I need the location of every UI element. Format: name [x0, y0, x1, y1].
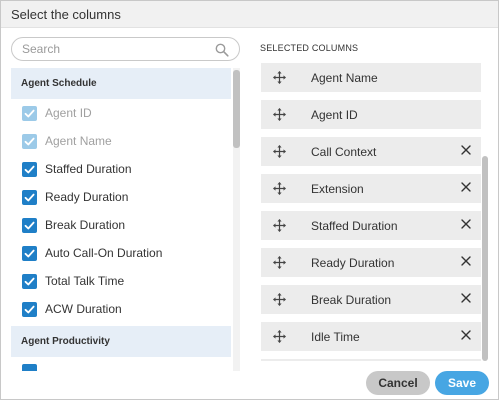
list-item-label: Staffed Duration [45, 162, 132, 176]
checkbox[interactable] [22, 245, 37, 261]
select-columns-dialog: Select the columns Agent Schedule Agent I… [0, 0, 499, 400]
check-icon [24, 109, 35, 117]
selected-column-row[interactable]: Ready Duration [261, 248, 481, 277]
list-item[interactable]: Break Duration [11, 211, 231, 239]
drag-handle-icon[interactable] [273, 182, 286, 195]
selected-column-row[interactable]: Break Duration [261, 285, 481, 314]
partial-checkbox[interactable] [22, 364, 37, 371]
drag-handle-icon[interactable] [273, 330, 286, 343]
checkbox[interactable] [22, 301, 37, 317]
list-item[interactable]: ACW Duration [11, 295, 231, 323]
selected-column-row[interactable] [261, 359, 481, 361]
selected-list-scroll-thumb[interactable] [482, 156, 488, 361]
check-icon [24, 165, 35, 173]
group-header[interactable]: Agent Productivity [11, 326, 231, 357]
check-icon [24, 193, 35, 201]
selected-column-label: Agent Name [311, 71, 378, 85]
drag-handle-icon[interactable] [273, 219, 286, 232]
close-icon[interactable] [461, 145, 471, 155]
checkbox[interactable] [22, 189, 37, 205]
drag-handle-icon[interactable] [273, 71, 286, 84]
group-header[interactable]: Agent Schedule [11, 68, 231, 99]
list-item[interactable]: Agent Name [11, 127, 231, 155]
selected-column-row[interactable]: Agent Name [261, 63, 481, 92]
selected-column-row[interactable]: Idle Time [261, 322, 481, 351]
list-item-label: Break Duration [45, 218, 126, 232]
selected-columns-heading: SELECTED COLUMNS [260, 43, 359, 53]
available-list-scrollbar[interactable] [233, 68, 240, 371]
save-button[interactable]: Save [435, 371, 489, 395]
list-item[interactable]: Agent ID [11, 99, 231, 127]
checkbox [22, 133, 37, 149]
search-input[interactable] [22, 41, 212, 57]
selected-column-row[interactable]: Extension [261, 174, 481, 203]
check-icon [24, 221, 35, 229]
list-item-label: ACW Duration [45, 302, 122, 316]
list-item-label: Total Talk Time [45, 274, 125, 288]
close-icon[interactable] [461, 219, 471, 229]
selected-column-row[interactable]: Agent ID [261, 100, 481, 129]
selected-column-label: Idle Time [311, 330, 360, 344]
list-item[interactable]: Total Talk Time [11, 267, 231, 295]
close-icon[interactable] [461, 293, 471, 303]
list-item[interactable]: Auto Call-On Duration [11, 239, 231, 267]
selected-column-label: Extension [311, 182, 364, 196]
selected-column-label: Staffed Duration [311, 219, 398, 233]
list-item-label: Agent Name [45, 134, 112, 148]
list-item[interactable]: Ready Duration [11, 183, 231, 211]
cancel-button[interactable]: Cancel [366, 371, 430, 395]
selected-list-scrollbar[interactable] [482, 61, 489, 361]
available-columns-rows: Agent Schedule Agent ID Agent Name Staffed … [11, 68, 231, 357]
selected-column-label: Call Context [311, 145, 377, 159]
list-item-label: Ready Duration [45, 190, 129, 204]
close-icon[interactable] [461, 256, 471, 266]
checkbox[interactable] [22, 217, 37, 233]
search-box[interactable] [11, 37, 240, 61]
list-item-label: Auto Call-On Duration [45, 246, 163, 260]
drag-handle-icon[interactable] [273, 145, 286, 158]
checkbox[interactable] [22, 161, 37, 177]
selected-column-label: Ready Duration [311, 256, 395, 270]
close-icon[interactable] [461, 330, 471, 340]
close-icon[interactable] [461, 182, 471, 192]
check-icon [24, 249, 35, 257]
selected-column-row[interactable]: Call Context [261, 137, 481, 166]
check-icon [24, 305, 35, 313]
drag-handle-icon[interactable] [273, 108, 286, 121]
dialog-title: Select the columns [11, 7, 121, 22]
selected-column-label: Break Duration [311, 293, 392, 307]
dialog-header: Select the columns [1, 1, 498, 28]
available-list-scroll-thumb[interactable] [233, 70, 240, 148]
drag-handle-icon[interactable] [273, 293, 286, 306]
search-icon[interactable] [215, 43, 229, 57]
selected-column-row[interactable]: Staffed Duration [261, 211, 481, 240]
selected-column-label: Agent ID [311, 108, 358, 122]
checkbox[interactable] [22, 273, 37, 289]
available-columns-list[interactable]: Agent Schedule Agent ID Agent Name Staffed … [11, 68, 241, 371]
check-icon [24, 137, 35, 145]
selected-columns-list[interactable]: Idle Time Break Duration Ready Duration Sta… [260, 61, 492, 361]
check-icon [24, 277, 35, 285]
list-item[interactable]: Staffed Duration [11, 155, 231, 183]
checkbox [22, 105, 37, 121]
drag-handle-icon[interactable] [273, 256, 286, 269]
list-item-label: Agent ID [45, 106, 92, 120]
